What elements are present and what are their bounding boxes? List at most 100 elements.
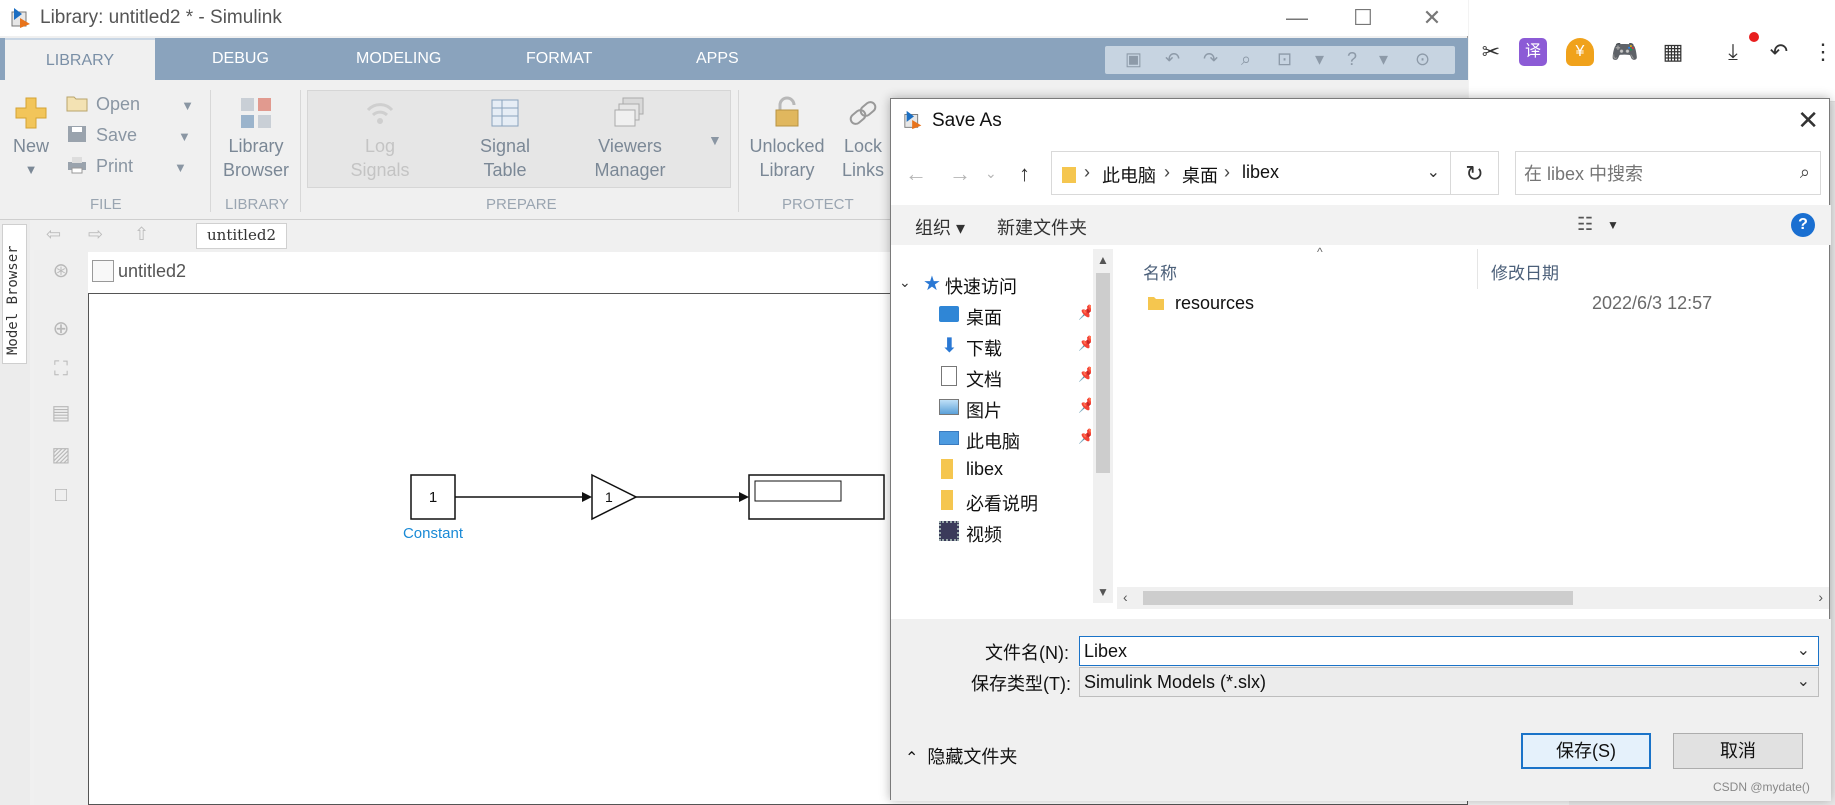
nav-item-pictures[interactable]: 图片 📌 bbox=[891, 393, 1091, 423]
hide-explorer-icon[interactable]: ⊛ bbox=[48, 258, 74, 284]
chevron-down-icon[interactable]: ▼ bbox=[174, 160, 187, 175]
nav-item-videos[interactable]: 视频 bbox=[891, 517, 1091, 547]
save-button[interactable]: Save ▼ bbox=[66, 125, 191, 146]
find-icon[interactable]: ⊡ bbox=[1277, 49, 1292, 70]
open-button[interactable]: Open ▼ bbox=[66, 94, 194, 115]
forward-arrow-icon[interactable]: → bbox=[949, 161, 971, 187]
path-crumb[interactable]: 桌面 bbox=[1182, 162, 1218, 188]
chevron-down-icon[interactable]: ▼ bbox=[178, 129, 191, 144]
back-arrow-icon[interactable]: ← bbox=[905, 161, 927, 187]
model-browser-tab[interactable]: Model Browser bbox=[2, 224, 27, 364]
scrollbar-thumb[interactable] bbox=[1096, 273, 1110, 473]
image-icon[interactable]: ▨ bbox=[48, 442, 74, 468]
expand-icon[interactable]: ⊙ bbox=[1415, 49, 1430, 70]
tab-apps[interactable]: APPS bbox=[696, 38, 739, 80]
scroll-up-icon[interactable]: ▲ bbox=[1097, 253, 1109, 267]
list-item[interactable]: resources 2022/6/3 12:57 bbox=[1117, 289, 1829, 319]
pin-icon[interactable]: 📌 bbox=[1078, 304, 1091, 321]
fit-to-view-icon[interactable]: ⛶ bbox=[48, 358, 74, 384]
apps-icon[interactable]: ▦ bbox=[1659, 38, 1687, 66]
address-bar[interactable]: › 此电脑 › 桌面 › libex ⌄ bbox=[1051, 151, 1451, 195]
redo-icon[interactable]: ↷ bbox=[1203, 49, 1218, 70]
nav-item-downloads[interactable]: ⬇ 下载 📌 bbox=[891, 331, 1091, 361]
forward-arrow-icon[interactable]: ⇨ bbox=[88, 224, 103, 245]
breadcrumb[interactable]: untitled2 bbox=[196, 223, 287, 249]
nav-item-desktop[interactable]: 桌面 📌 bbox=[891, 300, 1091, 330]
chevron-down-icon[interactable]: ⌄ bbox=[1427, 162, 1440, 182]
unlocked-library-button[interactable]: Unlocked Library bbox=[748, 96, 826, 182]
path-crumb[interactable]: 此电脑 bbox=[1102, 162, 1156, 188]
dialog-titlebar[interactable]: Save As ✕ bbox=[891, 99, 1831, 143]
area-icon[interactable]: □ bbox=[48, 484, 74, 510]
pin-icon[interactable]: 📌 bbox=[1078, 335, 1091, 352]
nav-pane-scrollbar[interactable]: ▲ ▼ bbox=[1093, 249, 1113, 603]
search-field[interactable]: ⌕ bbox=[1515, 151, 1821, 195]
lock-links-button[interactable]: Lock Links bbox=[840, 96, 886, 182]
scroll-down-icon[interactable]: ▼ bbox=[1097, 585, 1109, 599]
back-arrow-icon[interactable]: ⇦ bbox=[46, 224, 61, 245]
chevron-down-icon[interactable]: ⌄ bbox=[1797, 640, 1810, 660]
maximize-icon[interactable]: ☐ bbox=[1341, 4, 1385, 32]
chevron-down-icon[interactable]: ▼ bbox=[181, 98, 194, 113]
filetype-select[interactable]: Simulink Models (*.slx) ⌄ bbox=[1079, 667, 1819, 697]
scissors-icon[interactable]: ✂ bbox=[1477, 38, 1505, 66]
gamepad-icon[interactable]: 🎮 bbox=[1611, 38, 1639, 66]
pin-icon[interactable]: 📌 bbox=[1078, 397, 1091, 414]
search-icon[interactable]: ⌕ bbox=[1800, 162, 1810, 183]
help-icon[interactable]: ? bbox=[1791, 213, 1815, 237]
recent-chevron-icon[interactable]: ⌄ bbox=[985, 165, 997, 182]
save-button[interactable]: 保存(S) bbox=[1521, 733, 1651, 769]
download-icon[interactable]: ⤓ bbox=[1719, 38, 1747, 66]
scroll-left-icon[interactable]: ‹ bbox=[1123, 589, 1128, 605]
minimize-icon[interactable]: — bbox=[1275, 4, 1319, 32]
column-header-name[interactable]: 名称 bbox=[1143, 259, 1177, 284]
new-folder-button[interactable]: 新建文件夹 bbox=[997, 214, 1087, 240]
undo-icon[interactable]: ↶ bbox=[1765, 38, 1793, 66]
filename-value[interactable]: Libex bbox=[1084, 641, 1127, 662]
undo-icon[interactable]: ↶ bbox=[1165, 49, 1180, 70]
scroll-right-icon[interactable]: › bbox=[1818, 589, 1823, 605]
chevron-down-icon[interactable]: ⌄ bbox=[899, 274, 911, 291]
help-icon[interactable]: ? bbox=[1347, 49, 1357, 70]
filename-field[interactable]: Libex ⌄ bbox=[1079, 636, 1819, 666]
refresh-button[interactable]: ↻ bbox=[1451, 151, 1499, 195]
search-icon[interactable]: ⌕ bbox=[1241, 49, 1251, 70]
zoom-icon[interactable]: ⊕ bbox=[48, 316, 74, 342]
search-input[interactable] bbox=[1524, 162, 1774, 186]
close-icon[interactable]: ✕ bbox=[1797, 105, 1819, 136]
up-arrow-icon[interactable]: ⇧ bbox=[134, 224, 149, 245]
scrollbar-thumb[interactable] bbox=[1143, 591, 1573, 605]
nav-item-readme-folder[interactable]: 必看说明 bbox=[891, 486, 1091, 516]
nav-item-quick-access[interactable]: ⌄ ★ 快速访问 bbox=[891, 269, 1091, 299]
translate-icon[interactable]: 译 bbox=[1519, 38, 1547, 66]
pin-icon[interactable]: 📌 bbox=[1078, 366, 1091, 383]
constant-block[interactable]: 1 bbox=[410, 474, 456, 520]
simulink-titlebar[interactable]: Library: untitled2 * - Simulink — ☐ ✕ bbox=[0, 0, 1468, 36]
up-arrow-icon[interactable]: ↑ bbox=[1019, 161, 1030, 187]
viewers-manager-button[interactable]: Viewers Manager bbox=[588, 96, 672, 182]
close-icon[interactable]: ✕ bbox=[1410, 4, 1454, 32]
nav-item-documents[interactable]: 文档 📌 bbox=[891, 362, 1091, 392]
nav-item-this-pc[interactable]: 此电脑 📌 bbox=[891, 424, 1091, 454]
save-icon[interactable]: ▣ bbox=[1125, 49, 1142, 70]
chevron-down-icon[interactable]: ▾ bbox=[1315, 49, 1324, 70]
library-browser-button[interactable]: Library Browser bbox=[222, 96, 290, 182]
tab-library[interactable]: LIBRARY bbox=[5, 38, 155, 80]
column-divider[interactable] bbox=[1477, 249, 1478, 289]
chevron-down-icon[interactable]: ▼ bbox=[1607, 218, 1619, 232]
new-button[interactable]: New ▼ bbox=[10, 96, 52, 182]
file-list-scrollbar[interactable]: ‹ › bbox=[1117, 587, 1829, 609]
print-button[interactable]: Print ▼ bbox=[66, 156, 187, 177]
column-header-date[interactable]: 修改日期 bbox=[1491, 259, 1559, 284]
hide-folders-toggle[interactable]: ⌃ 隐藏文件夹 bbox=[905, 743, 1017, 769]
nav-item-libex[interactable]: libex bbox=[891, 455, 1091, 485]
chevron-down-icon[interactable]: ▾ bbox=[1379, 49, 1388, 70]
yen-icon[interactable]: ¥ bbox=[1566, 38, 1594, 66]
gallery-expand-icon[interactable]: ▼ bbox=[708, 132, 722, 148]
signal-table-button[interactable]: Signal Table bbox=[470, 96, 540, 182]
cancel-button[interactable]: 取消 bbox=[1673, 733, 1803, 769]
path-crumb[interactable]: libex bbox=[1242, 162, 1279, 183]
view-options-icon[interactable]: ☷ bbox=[1577, 214, 1593, 235]
display-block[interactable] bbox=[748, 474, 885, 520]
more-icon[interactable]: ⋮ bbox=[1809, 38, 1835, 66]
